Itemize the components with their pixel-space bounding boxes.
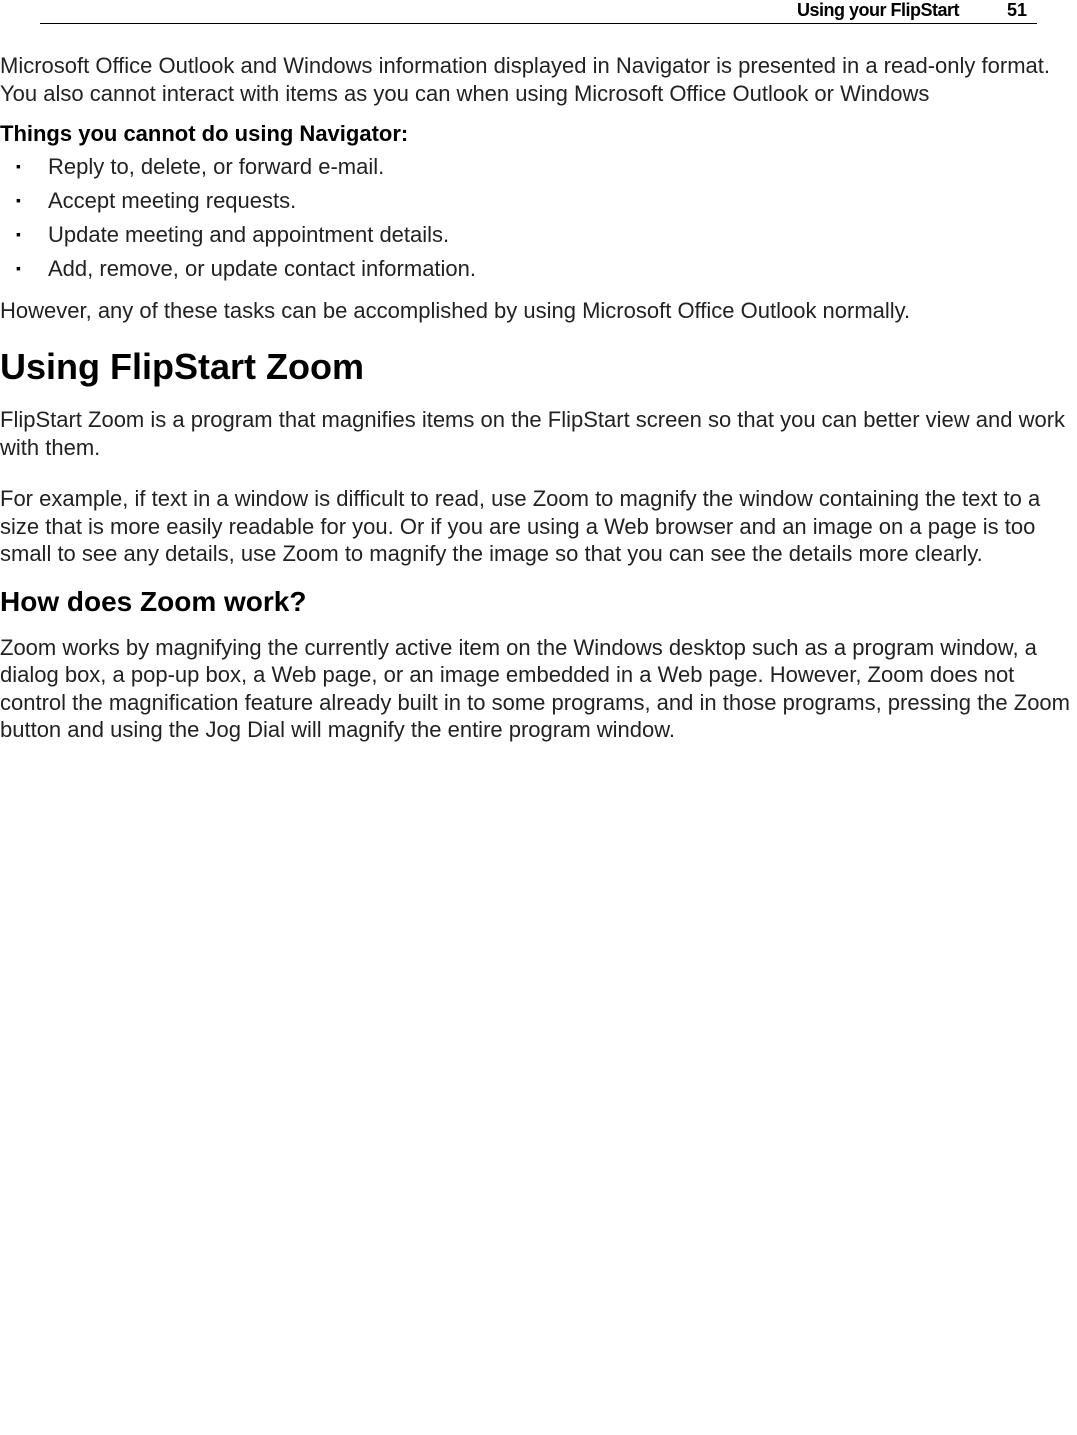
- list-item: Reply to, delete, or forward e-mail.: [28, 151, 1077, 183]
- zoom-paragraph-1: FlipStart Zoom is a program that magnifi…: [0, 406, 1077, 461]
- how-paragraph: Zoom works by magnifying the currently a…: [0, 634, 1077, 744]
- heading-how: How does Zoom work?: [0, 586, 1077, 618]
- heading-zoom: Using FlipStart Zoom: [0, 346, 1077, 388]
- zoom-paragraph-2: For example, if text in a window is diff…: [0, 485, 1077, 568]
- page-header: Using your FlipStart 51: [40, 0, 1037, 24]
- header-section-title: Using your FlipStart: [797, 0, 959, 21]
- header-page-number: 51: [1007, 0, 1027, 21]
- however-paragraph: However, any of these tasks can be accom…: [0, 297, 1077, 325]
- intro-paragraph: Microsoft Office Outlook and Windows inf…: [0, 52, 1077, 107]
- page-content: Microsoft Office Outlook and Windows inf…: [0, 24, 1077, 744]
- list-item: Accept meeting requests.: [28, 185, 1077, 217]
- cannot-list: Reply to, delete, or forward e-mail. Acc…: [0, 151, 1077, 285]
- list-item: Add, remove, or update contact informati…: [28, 253, 1077, 285]
- subhead-cannot: Things you cannot do using Navigator:: [0, 121, 1077, 147]
- list-item: Update meeting and appointment details.: [28, 219, 1077, 251]
